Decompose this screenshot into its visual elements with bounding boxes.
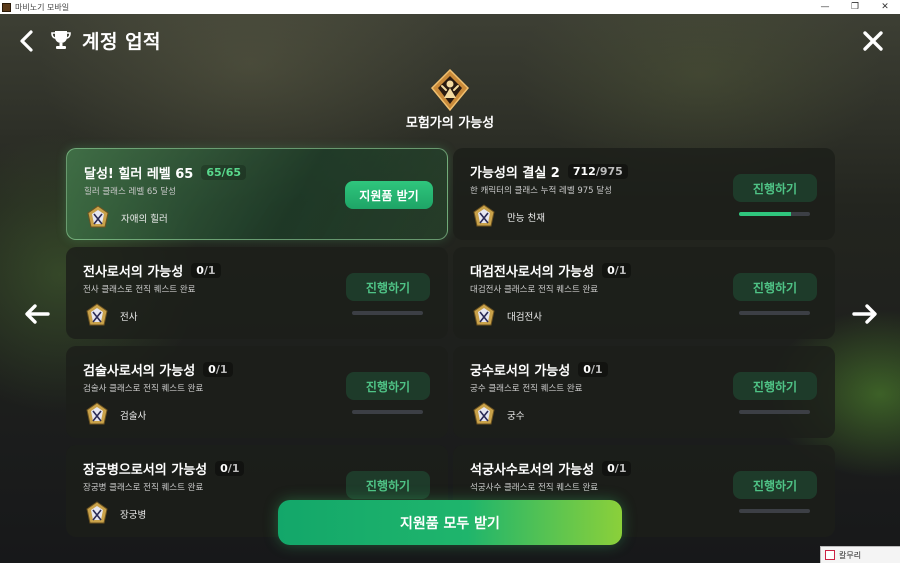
achievement-card: 검술사로서의 가능성 0/1 검술사 클래스로 전직 퀘스트 완료 검술사 진행… bbox=[66, 346, 448, 438]
prev-page-button[interactable] bbox=[22, 302, 52, 326]
adventurer-emblem-icon bbox=[430, 68, 470, 112]
achievement-description: 전사 클래스로 전직 퀘스트 완료 bbox=[83, 285, 196, 295]
achievement-progress-count: 0/1 bbox=[578, 362, 608, 377]
app-icon bbox=[2, 2, 11, 12]
achievement-progress-count: 0/1 bbox=[191, 263, 221, 278]
achievement-card: 가능성의 결실 2 712/975 한 캐릭터의 클래스 누적 레벨 975 달… bbox=[453, 148, 835, 240]
game-viewport: 계정 업적 모험가의 가능성 달성! 힐러 레벨 65 65/65 힐러 클래스… bbox=[0, 14, 900, 563]
minimize-icon[interactable]: — bbox=[810, 0, 840, 14]
achievement-title-row: 달성! 힐러 레벨 65 65/65 bbox=[84, 163, 247, 182]
achievement-title-row: 검술사로서의 가능성 0/1 bbox=[83, 360, 233, 379]
achievement-progress-count: 0/1 bbox=[602, 263, 632, 278]
achievement-card: 전사로서의 가능성 0/1 전사 클래스로 전직 퀘스트 완료 전사 진행하기 bbox=[66, 247, 448, 339]
achievement-description: 한 캐릭터의 클래스 누적 레벨 975 달성 bbox=[470, 186, 612, 196]
restore-icon[interactable]: ❐ bbox=[840, 0, 870, 14]
reward-label: 검술사 bbox=[120, 411, 147, 422]
go-button[interactable]: 진행하기 bbox=[733, 174, 817, 202]
achievement-title-row: 가능성의 결실 2 712/975 bbox=[470, 162, 628, 181]
achievement-description: 석궁사수 클래스로 전직 퀘스트 완료 bbox=[470, 483, 599, 493]
progress-bar bbox=[739, 509, 810, 513]
progress-bar bbox=[739, 212, 810, 216]
reward-label: 자애의 힐러 bbox=[121, 214, 168, 225]
reward-badge-icon bbox=[86, 501, 108, 524]
reward-label: 궁수 bbox=[507, 411, 525, 422]
close-icon[interactable]: ✕ bbox=[870, 0, 900, 14]
reward-badge-icon bbox=[473, 303, 495, 326]
achievement-progress-count: 65/65 bbox=[201, 165, 247, 180]
trophy-icon bbox=[51, 31, 71, 49]
achievement-card: 궁수로서의 가능성 0/1 궁수 클래스로 전직 퀘스트 완료 궁수 진행하기 bbox=[453, 346, 835, 438]
achievement-progress-count: 712/975 bbox=[567, 164, 628, 179]
reward-label: 장궁병 bbox=[120, 510, 147, 521]
achievement-progress-count: 0/1 bbox=[215, 461, 245, 476]
taskbar-tip-label: 칼무리 bbox=[839, 550, 862, 560]
achievement-title-row: 장궁병으로서의 가능성 0/1 bbox=[83, 459, 245, 478]
go-button[interactable]: 진행하기 bbox=[346, 372, 430, 400]
chevron-left-icon bbox=[20, 30, 33, 52]
back-button[interactable] bbox=[16, 28, 38, 54]
taskbar-tip[interactable]: 칼무리 bbox=[820, 546, 900, 563]
achievement-title: 장궁병으로서의 가능성 bbox=[83, 463, 208, 478]
claim-all-button[interactable]: 지원품 모두 받기 bbox=[278, 500, 622, 545]
go-button[interactable]: 진행하기 bbox=[733, 273, 817, 301]
achievement-card: 대검전사로서의 가능성 0/1 대검전사 클래스로 전직 퀘스트 완료 대검전사… bbox=[453, 247, 835, 339]
achievement-title: 전사로서의 가능성 bbox=[83, 265, 184, 280]
window-title: 마비노기 모바일 bbox=[15, 2, 70, 12]
header: 계정 업적 bbox=[0, 14, 900, 69]
progress-bar bbox=[739, 311, 810, 315]
achievement-description: 궁수 클래스로 전직 퀘스트 완료 bbox=[470, 384, 583, 394]
achievement-description: 장궁병 클래스로 전직 퀘스트 완료 bbox=[83, 483, 204, 493]
window-titlebar: 마비노기 모바일 — ❐ ✕ bbox=[0, 0, 900, 14]
achievement-title: 가능성의 결실 2 bbox=[470, 166, 560, 181]
progress-bar bbox=[739, 410, 810, 414]
arrow-left-icon bbox=[25, 304, 50, 324]
achievement-description: 검술사 클래스로 전직 퀘스트 완료 bbox=[83, 384, 204, 394]
achievement-title: 석궁사수로서의 가능성 bbox=[470, 463, 595, 478]
category-title: 모험가의 가능성 bbox=[405, 116, 495, 131]
achievement-title-row: 전사로서의 가능성 0/1 bbox=[83, 261, 221, 280]
reward-badge-icon bbox=[86, 402, 108, 425]
achievement-title: 대검전사로서의 가능성 bbox=[470, 265, 595, 280]
progress-bar bbox=[352, 410, 423, 414]
reward-badge-icon bbox=[473, 402, 495, 425]
x-icon bbox=[863, 31, 883, 51]
reward-label: 전사 bbox=[120, 312, 138, 323]
reward-badge-icon bbox=[87, 205, 109, 228]
arrow-right-icon bbox=[852, 304, 877, 324]
reward-label: 만능 천재 bbox=[507, 213, 545, 224]
achievement-title: 궁수로서의 가능성 bbox=[470, 364, 571, 379]
page-title: 계정 업적 bbox=[82, 31, 162, 53]
achievement-title-row: 석궁사수로서의 가능성 0/1 bbox=[470, 459, 632, 478]
achievement-description: 힐러 클래스 레벨 65 달성 bbox=[84, 187, 177, 197]
reward-badge-icon bbox=[86, 303, 108, 326]
achievement-title: 달성! 힐러 레벨 65 bbox=[84, 167, 194, 182]
achievement-title-row: 대검전사로서의 가능성 0/1 bbox=[470, 261, 632, 280]
achievement-description: 대검전사 클래스로 전직 퀘스트 완료 bbox=[470, 285, 599, 295]
achievement-title: 검술사로서의 가능성 bbox=[83, 364, 196, 379]
go-button[interactable]: 진행하기 bbox=[346, 471, 430, 499]
close-button[interactable] bbox=[860, 28, 886, 54]
go-button[interactable]: 진행하기 bbox=[733, 471, 817, 499]
go-button[interactable]: 진행하기 bbox=[733, 372, 817, 400]
app-tray-icon bbox=[825, 550, 835, 560]
reward-label: 대검전사 bbox=[507, 312, 542, 323]
achievement-title-row: 궁수로서의 가능성 0/1 bbox=[470, 360, 608, 379]
achievement-progress-count: 0/1 bbox=[602, 461, 632, 476]
next-page-button[interactable] bbox=[850, 302, 880, 326]
achievement-card: 달성! 힐러 레벨 65 65/65 힐러 클래스 레벨 65 달성 자애의 힐… bbox=[66, 148, 448, 240]
achievement-progress-count: 0/1 bbox=[203, 362, 233, 377]
claim-reward-button[interactable]: 지원품 받기 bbox=[345, 181, 433, 209]
go-button[interactable]: 진행하기 bbox=[346, 273, 430, 301]
reward-badge-icon bbox=[473, 204, 495, 227]
progress-bar bbox=[352, 311, 423, 315]
